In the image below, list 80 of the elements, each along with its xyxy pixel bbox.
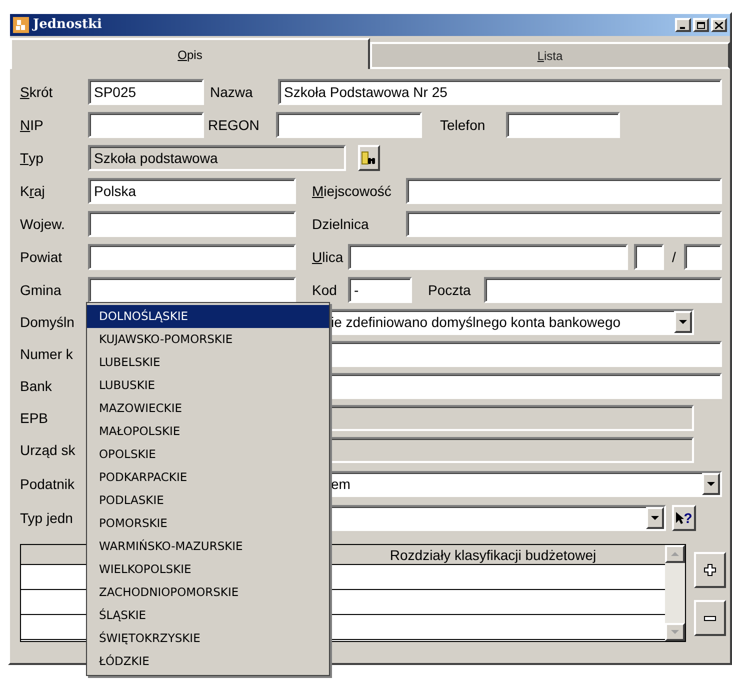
dropdown-item[interactable]: LUBUSKIE — [87, 374, 329, 397]
dropdown-item[interactable]: ŚLĄSKIE — [87, 604, 329, 627]
help-button[interactable]: ? — [672, 505, 696, 531]
input-field[interactable] — [276, 112, 422, 138]
dropdown-item[interactable]: OPOLSKIE — [87, 443, 329, 466]
field-label: Telefon — [440, 116, 486, 134]
input-field[interactable] — [88, 112, 204, 138]
field-label: Ulica — [312, 248, 344, 266]
field-label: EPB — [20, 408, 50, 428]
field-label: Urząd sk — [20, 440, 76, 460]
input-field[interactable] — [348, 244, 628, 270]
binoculars-icon — [361, 150, 377, 166]
input-field[interactable] — [88, 244, 296, 270]
dropdown-item[interactable]: LUBELSKIE — [87, 351, 329, 374]
field-label: NIP — [20, 116, 44, 134]
field-label: / — [671, 248, 677, 266]
field-label: Dzielnica — [312, 214, 370, 234]
field-label: Powiat — [20, 248, 64, 266]
maximize-button[interactable] — [693, 18, 709, 32]
field-label: Gmina — [20, 280, 62, 300]
close-icon — [715, 22, 723, 28]
scrollbar[interactable] — [665, 545, 685, 641]
field-label: Domyśln — [20, 312, 76, 332]
field-label: Nazwa — [210, 82, 254, 102]
tab[interactable]: Lista — [370, 42, 730, 69]
dropdown-item[interactable]: ZACHODNIOPOMORSKIE — [87, 581, 329, 604]
input-field[interactable] — [406, 211, 722, 237]
field-label: Podatnik — [20, 474, 76, 494]
field-label: Miejscowość — [312, 182, 392, 201]
field-label: Typ jedn — [20, 508, 74, 528]
field-label: Typ — [20, 148, 44, 168]
app-icon — [13, 17, 29, 33]
dropdown-item[interactable]: MAZOWIECKIE — [87, 397, 329, 420]
dropdown-button[interactable] — [646, 507, 664, 529]
input-field[interactable] — [684, 244, 722, 270]
field-label: Kraj — [20, 182, 46, 201]
maximize-icon — [697, 22, 705, 28]
scroll-down-icon — [671, 630, 679, 634]
input-field[interactable] — [406, 178, 722, 204]
dropdown-item[interactable]: ŁÓDZKIE — [87, 650, 329, 673]
caret-down-icon — [651, 516, 659, 520]
dropdown-item[interactable]: MAŁOPOLSKIE — [87, 420, 329, 443]
window-title: Jednostki — [33, 16, 102, 34]
dropdown-item[interactable]: DOLNOŚLĄSKIE — [87, 305, 329, 328]
lookup-button[interactable] — [358, 145, 380, 171]
tab[interactable]: Opis — [10, 38, 370, 69]
plus-icon — [704, 564, 716, 576]
input-field[interactable]: - — [348, 277, 412, 303]
field-label: Bank — [20, 376, 53, 396]
dropdown-item[interactable]: ŚWIĘTOKRZYSKIE — [87, 627, 329, 650]
input-field[interactable]: Szkoła podstawowa — [88, 145, 346, 171]
field-label: Numer k — [20, 344, 74, 364]
dropdown-item[interactable]: POMORSKIE — [87, 512, 329, 535]
input-field[interactable]: Polska — [88, 178, 296, 204]
field-label: Wojew. — [20, 214, 66, 234]
caret-down-icon — [679, 320, 687, 324]
input-field[interactable]: SP025 — [88, 79, 204, 105]
caret-down-icon — [707, 482, 715, 486]
column-header: Rozdziały klasyfikacji budżetowej — [388, 546, 598, 564]
field-label: Poczta — [428, 280, 472, 300]
input-field[interactable] — [484, 277, 722, 303]
input-field[interactable] — [88, 211, 296, 237]
remove-button[interactable] — [694, 600, 726, 636]
dropdown-item[interactable]: WARMIŃSKO-MAZURSKIE — [87, 535, 329, 558]
field-label: Skrót — [20, 82, 54, 102]
scroll-up-icon — [671, 552, 679, 556]
field-label: Kod — [312, 280, 338, 300]
minimize-button[interactable] — [675, 18, 691, 32]
close-button[interactable] — [711, 18, 727, 32]
dropdown-item[interactable]: WIELKOPOLSKIE — [87, 558, 329, 581]
dropdown-button[interactable] — [674, 311, 692, 333]
input-field[interactable]: Szkoła Podstawowa Nr 25 — [278, 79, 722, 105]
input-field[interactable] — [634, 244, 664, 270]
pointer-icon — [676, 512, 684, 524]
minus-icon — [704, 616, 716, 620]
dropdown-button[interactable] — [702, 473, 720, 495]
input-field[interactable] — [506, 112, 620, 138]
add-button[interactable] — [694, 552, 726, 588]
field-label: REGON — [208, 116, 260, 134]
input-field[interactable] — [88, 277, 296, 303]
